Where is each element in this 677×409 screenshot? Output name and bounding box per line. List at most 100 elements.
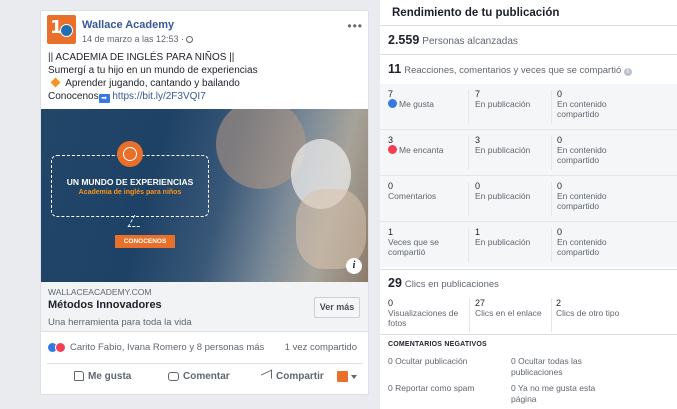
- link-domain: WALLACEACADEMY.COM: [48, 287, 152, 297]
- breakdown-shared: 0 En contenido compartido: [557, 89, 637, 119]
- negative-stat: 0 Ya no me gusta esta página: [511, 383, 621, 405]
- post-text-line: Aprender jugando, cantando y bailando: [48, 77, 364, 90]
- like-button-label: Me gusta: [88, 371, 132, 382]
- image-title: UN MUNDO DE EXPERIENCIAS: [66, 177, 194, 187]
- insights-title: Rendimiento de tu publicación: [392, 7, 560, 19]
- on-post-label: En publicación: [475, 145, 531, 155]
- link-title: Métodos Innovadores: [48, 299, 162, 311]
- reach-stat: 2.559 Personas alcanzadas: [388, 33, 518, 47]
- breakdown-on-post: 1 En publicación: [475, 227, 551, 247]
- on-post-value: 1: [475, 227, 481, 237]
- link-description: Una herramienta para toda la vida: [48, 317, 192, 328]
- clicks-breakdown: 0 Visualizaciones de fotos 27 Clics en el …: [380, 296, 677, 334]
- clicks-stat: 29 Clics en publicaciones: [388, 276, 499, 290]
- thumbs-up-icon: [74, 371, 84, 381]
- negative-stat: 0 Reportar como spam: [388, 383, 508, 394]
- cell-divider: [551, 90, 552, 124]
- breakdown-shared: 0 En contenido compartido: [557, 135, 637, 165]
- breakdown-row: 3 Me encanta 3 En publicación 0 En contenid…: [380, 130, 677, 176]
- clicks-value: 29: [388, 276, 402, 290]
- breakdown-on-post: 0 En publicación: [475, 181, 551, 201]
- post-timestamp[interactable]: 14 de marzo a las 12:53 ·: [82, 34, 194, 44]
- reach-value: 2.559: [388, 33, 420, 47]
- breakdown-total-value: 1: [388, 227, 394, 237]
- shared-label: En contenido compartido: [557, 145, 607, 165]
- photo-views-stat: 0 Visualizaciones de fotos: [388, 298, 466, 328]
- on-post-label: En publicación: [475, 99, 531, 109]
- action-bar: Me gusta Comentar Compartir: [47, 363, 363, 389]
- breakdown-total-value: 0: [388, 181, 394, 191]
- divider: [380, 334, 677, 335]
- post-text-line-content: Conocenos: [48, 91, 99, 102]
- link-clicks-stat: 27 Clics en el enlace: [475, 298, 551, 318]
- comment-button[interactable]: Comentar: [168, 371, 230, 382]
- negative-label: Ya no me gusta esta página: [511, 383, 596, 404]
- link-clicks-value: 27: [475, 298, 486, 308]
- other-clicks-value: 2: [556, 298, 562, 308]
- orange-diamond-icon: [50, 77, 61, 88]
- breakdown-label: Me gusta: [399, 99, 434, 109]
- cell-divider: [468, 228, 469, 262]
- reactions-summary[interactable]: Carito Fabio, Ivana Romero y 8 personas …: [47, 340, 363, 356]
- cell-divider: [468, 182, 469, 216]
- see-more-button[interactable]: Ver más: [314, 297, 360, 318]
- engagement-stat: 11 Reacciones, comentarios y veces que se…: [388, 62, 632, 76]
- on-post-value: 7: [475, 89, 481, 99]
- page-name-link[interactable]: Wallace Academy: [82, 19, 174, 31]
- globe-icon: [186, 36, 194, 43]
- other-clicks-stat: 2 Clics de otro tipo: [556, 298, 628, 318]
- breakdown-label: Me encanta: [399, 145, 444, 155]
- engagement-label: Reacciones, comentarios y veces que se c…: [404, 65, 622, 76]
- post-text-line: Conocenos ➡ https://bit.ly/2F3VQI7: [48, 90, 364, 103]
- breakdown-label: Veces que se compartió: [388, 237, 440, 257]
- negative-feedback-title: COMENTARIOS NEGATIVOS: [388, 341, 487, 348]
- breakdown-row: 7 Me gusta 7 En publicación 0 En contenido …: [380, 84, 677, 130]
- breakdown-row: 1 Veces que se compartió 1 En publicación …: [380, 222, 677, 268]
- share-button[interactable]: Compartir: [261, 369, 324, 384]
- post-image[interactable]: UN MUNDO DE EXPERIENCIAS Academia de ing…: [41, 109, 368, 282]
- info-icon[interactable]: i: [346, 258, 362, 274]
- photo-views-label: Visualizaciones de fotos: [388, 308, 459, 328]
- breakdown-shared: 0 En contenido compartido: [557, 227, 637, 257]
- link-preview[interactable]: WALLACEACADEMY.COM Métodos Innovadores U…: [41, 282, 368, 332]
- shared-value: 0: [557, 135, 563, 145]
- photo-views-value: 0: [388, 298, 394, 308]
- divider: [380, 54, 677, 55]
- more-options-icon[interactable]: •••: [347, 19, 363, 33]
- other-clicks-label: Clics de otro tipo: [556, 308, 620, 318]
- divider: [380, 269, 677, 270]
- link-clicks-label: Clics en el enlace: [475, 308, 542, 318]
- cell-divider: [551, 298, 552, 332]
- post-link[interactable]: https://bit.ly/2F3VQI7: [112, 91, 205, 102]
- negative-label: Reportar como spam: [395, 383, 475, 393]
- cell-divider: [551, 136, 552, 170]
- divider: [380, 25, 677, 26]
- engagement-breakdown: 7 Me gusta 7 En publicación 0 En contenido …: [380, 84, 677, 267]
- share-button-label: Compartir: [276, 371, 324, 382]
- post-text: || ACADEMIA DE INGLÉS PARA NIÑOS || Sume…: [48, 51, 364, 103]
- negative-value: 0: [388, 356, 393, 366]
- page-identity-selector[interactable]: [337, 371, 357, 382]
- love-icon: [388, 145, 397, 154]
- love-reaction-icon: [55, 342, 66, 353]
- on-post-value: 3: [475, 135, 481, 145]
- like-button[interactable]: Me gusta: [74, 371, 131, 382]
- post-text-line: || ACADEMIA DE INGLÉS PARA NIÑOS ||: [48, 52, 235, 63]
- caret-down-icon: [351, 375, 357, 379]
- page-avatar[interactable]: 1: [47, 15, 76, 44]
- breakdown-total-value: 3: [388, 135, 394, 145]
- breakdown-label: Comentarios: [388, 191, 437, 201]
- shared-label: En contenido compartido: [557, 99, 607, 119]
- breakdown-total: 0 Comentarios: [388, 181, 462, 201]
- shares-count[interactable]: 1 vez compartido: [285, 342, 357, 353]
- globe-icon: [117, 141, 143, 167]
- cell-divider: [469, 298, 470, 332]
- image-cta-button: CONOCENOS: [115, 235, 175, 248]
- negative-value: 0: [511, 356, 516, 366]
- reactors-text[interactable]: Carito Fabio, Ivana Romero y 8 personas …: [70, 342, 264, 353]
- help-icon[interactable]: i: [623, 68, 632, 76]
- like-icon: [388, 99, 397, 108]
- shared-value: 0: [557, 89, 563, 99]
- negative-stat: 0 Ocultar publicación: [388, 356, 508, 367]
- post-text-line-content: Aprender jugando, cantando y bailando: [65, 78, 240, 89]
